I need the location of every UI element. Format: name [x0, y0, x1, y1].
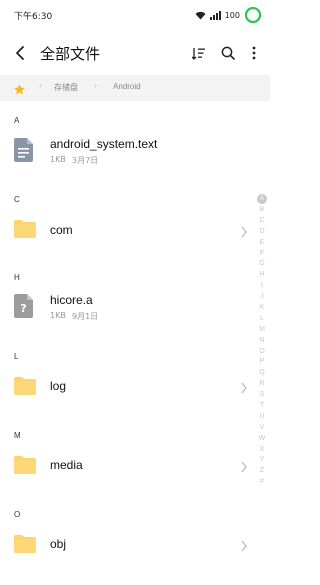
file-size: 1KB: [50, 311, 66, 320]
file-date: 9月1日: [72, 312, 99, 321]
svg-text:?: ?: [20, 302, 26, 315]
chevron-right-icon: [240, 458, 248, 473]
alphabet-index-letter[interactable]: H: [259, 270, 264, 281]
status-time: 下午6:30: [14, 12, 53, 22]
alphabet-index-letter[interactable]: C: [259, 216, 264, 227]
alphabet-index-letter[interactable]: P: [260, 357, 265, 368]
back-button[interactable]: [10, 42, 32, 64]
alphabet-index-letter[interactable]: E: [260, 238, 265, 249]
alphabet-index[interactable]: A B C D E F G H I J K L M N O P Q R S T U V W X Y Z #: [256, 194, 268, 488]
folder-name: com: [50, 223, 73, 237]
alphabet-index-letter[interactable]: G: [259, 259, 264, 270]
app-bar: 全部文件: [0, 35, 270, 71]
alphabet-index-letter[interactable]: W: [259, 434, 266, 445]
section-header-l: L: [14, 352, 19, 361]
status-bar: 下午6:30 100: [0, 0, 270, 30]
folder-icon: [14, 453, 36, 477]
alphabet-index-letter[interactable]: R: [259, 379, 264, 390]
search-icon: [221, 46, 235, 60]
alphabet-index-letter[interactable]: S: [260, 390, 265, 401]
status-icons: 100: [195, 5, 262, 25]
battery-level: 100: [224, 10, 240, 20]
folder-icon: [14, 217, 36, 241]
file-date: 3月7日: [72, 156, 99, 165]
folder-name: obj: [50, 537, 67, 551]
breadcrumb-separator-icon: ›: [39, 81, 43, 90]
alphabet-index-letter[interactable]: O: [259, 347, 264, 358]
favorite-star-icon[interactable]: [13, 81, 26, 95]
sort-button[interactable]: [188, 42, 210, 64]
list-item[interactable]: media: [0, 443, 255, 487]
more-options-button[interactable]: [243, 42, 265, 64]
list-item[interactable]: log: [0, 364, 255, 408]
breadcrumb-item-storage[interactable]: 存储盘: [54, 82, 78, 93]
breadcrumb-item-android[interactable]: Android: [113, 82, 141, 91]
list-item[interactable]: obj: [0, 522, 255, 566]
alphabet-index-letter[interactable]: Y: [260, 455, 265, 466]
chevron-right-icon: [240, 379, 248, 394]
list-item[interactable]: android_system.text 1KB 3月7日: [0, 130, 255, 174]
file-name: android_system.text: [50, 137, 158, 151]
page-title: 全部文件: [40, 45, 101, 63]
alphabet-index-letter[interactable]: N: [259, 336, 264, 347]
alphabet-index-letter[interactable]: I: [261, 281, 263, 292]
folder-name: log: [50, 379, 67, 393]
file-size: 1KB: [50, 155, 66, 164]
alphabet-index-letter[interactable]: U: [259, 412, 264, 423]
breadcrumb-separator-icon: ›: [94, 81, 98, 90]
folder-icon: [14, 532, 36, 556]
list-item[interactable]: com: [0, 207, 255, 251]
section-header-o: O: [14, 510, 21, 519]
chevron-right-icon: [240, 223, 248, 238]
alphabet-index-letter[interactable]: F: [260, 249, 264, 260]
alphabet-index-letter[interactable]: #: [260, 477, 264, 488]
signal-icon: [209, 10, 221, 20]
search-button[interactable]: [217, 42, 239, 64]
alphabet-index-letter[interactable]: D: [259, 227, 264, 238]
sort-icon: [192, 47, 205, 60]
section-header-c: C: [14, 195, 20, 204]
document-file-icon: [14, 138, 36, 162]
alphabet-index-letter[interactable]: J: [260, 292, 264, 303]
file-name: hicore.a: [50, 293, 93, 307]
alphabet-index-letter[interactable]: V: [260, 423, 265, 434]
section-header-h: H: [14, 273, 20, 282]
alphabet-index-letter[interactable]: K: [260, 303, 265, 314]
more-vertical-icon: [252, 46, 256, 60]
alphabet-index-letter[interactable]: A: [257, 194, 267, 204]
breadcrumb: › 存储盘 › Android: [0, 75, 270, 101]
back-arrow-icon: [16, 46, 24, 60]
alphabet-index-letter[interactable]: Z: [260, 466, 264, 477]
alphabet-index-letter[interactable]: B: [260, 205, 265, 216]
alphabet-index-letter[interactable]: M: [259, 325, 265, 336]
folder-icon: [14, 374, 36, 398]
alphabet-index-letter[interactable]: Q: [259, 368, 264, 379]
alphabet-index-letter[interactable]: L: [260, 314, 264, 325]
battery-ring-icon: [244, 6, 262, 24]
section-header-a: A: [14, 116, 20, 125]
chevron-right-icon: [240, 537, 248, 552]
folder-name: media: [50, 458, 83, 472]
alphabet-index-letter[interactable]: X: [260, 445, 265, 456]
section-header-m: M: [14, 431, 21, 440]
unknown-file-icon: ?: [14, 294, 36, 318]
list-item[interactable]: ? hicore.a 1KB 9月1日: [0, 286, 255, 330]
wifi-icon: [195, 11, 206, 20]
alphabet-index-letter[interactable]: T: [260, 401, 264, 412]
